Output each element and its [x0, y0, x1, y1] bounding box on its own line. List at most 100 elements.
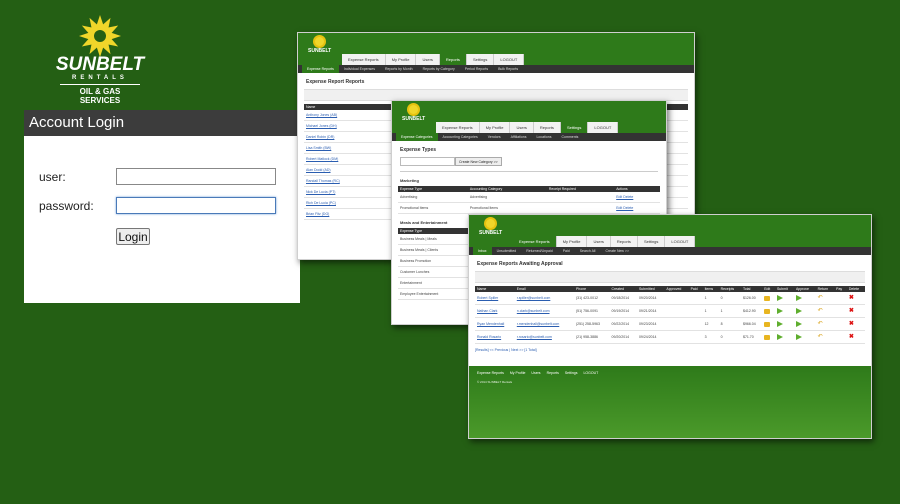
- subnav-locations[interactable]: Locations: [531, 133, 556, 141]
- brand-name: SUNBELT: [55, 54, 145, 75]
- subnav-expense-reports[interactable]: Expense Reports: [302, 65, 339, 73]
- tab-expense-reports[interactable]: Expense Reports: [342, 54, 386, 65]
- tab-settings[interactable]: Settings: [637, 236, 666, 247]
- subnav-bulk-reports[interactable]: Bulk Reports: [493, 65, 523, 73]
- table-cell: ↶: [815, 304, 835, 318]
- footer-link-reports[interactable]: Reports: [547, 371, 559, 375]
- sun-logo-icon: [79, 15, 121, 57]
- subnav-paid[interactable]: Paid: [558, 247, 575, 255]
- mini-brand: SUNBELT: [402, 116, 426, 122]
- pay-cell[interactable]: [836, 322, 842, 327]
- tab-expense-reports[interactable]: Expense Reports: [513, 236, 557, 247]
- login-button[interactable]: Login: [116, 228, 150, 245]
- table-cell: 09/21/2014: [636, 304, 665, 318]
- app-header: SUNBELT Expense Reports My Profile Users Re…: [469, 215, 871, 247]
- subnav-vendors[interactable]: Vendors: [483, 133, 506, 141]
- user-input[interactable]: [116, 168, 276, 185]
- table-cell: [774, 292, 794, 305]
- table-cell: ✖: [846, 304, 865, 318]
- subnav-inbox[interactable]: Inbox: [473, 247, 492, 255]
- row-link[interactable]: Edit Delete: [614, 192, 660, 203]
- delete-icon[interactable]: ✖: [849, 295, 855, 301]
- table-cell: (51) 756-0091: [573, 304, 610, 318]
- return-icon[interactable]: ↶: [818, 295, 824, 301]
- tab-my-profile[interactable]: My Profile: [385, 54, 417, 65]
- footer-link-expense-reports[interactable]: Expense Reports: [477, 371, 504, 375]
- edit-icon[interactable]: [764, 308, 771, 314]
- return-icon[interactable]: ↶: [818, 321, 824, 327]
- submit-arrow-icon[interactable]: [776, 295, 783, 301]
- subnav-accounting-categories[interactable]: Accounting Categories: [438, 133, 483, 141]
- main-tabs: Expense Reports My Profile Users Reports Set…: [342, 54, 525, 65]
- row-link[interactable]: r.spiller@sunbelt.com: [514, 292, 574, 305]
- tab-expense-reports[interactable]: Expense Reports: [436, 122, 480, 133]
- create-category-button[interactable]: Create New Category >>: [455, 157, 502, 166]
- sunbelt-logo: SUNBELT RENTALS OIL & GAS SERVICES: [50, 14, 150, 110]
- sub-nav: Expense Reports Individual Expenses Report…: [298, 65, 694, 73]
- return-icon[interactable]: ↶: [818, 334, 824, 340]
- mini-logo: SUNBELT: [479, 219, 502, 236]
- footer-link-users[interactable]: Users: [531, 371, 540, 375]
- footer-link-settings[interactable]: Settings: [565, 371, 578, 375]
- tab-settings[interactable]: Settings: [466, 54, 495, 65]
- subnav-individual-expenses[interactable]: Individual Expenses: [339, 65, 380, 73]
- tab-reports[interactable]: Reports: [610, 236, 638, 247]
- edit-icon[interactable]: [764, 334, 771, 340]
- category-input[interactable]: [400, 157, 455, 166]
- row-link[interactable]: r.rosario@sunbelt.com: [514, 330, 574, 344]
- approve-arrow-icon[interactable]: [795, 295, 802, 301]
- table-cell: 1: [702, 292, 719, 305]
- submit-arrow-icon[interactable]: [776, 334, 783, 340]
- subnav-affiliations[interactable]: Affiliations: [506, 133, 532, 141]
- delete-icon[interactable]: ✖: [849, 334, 855, 340]
- tab-users[interactable]: Users: [510, 122, 534, 133]
- subnav-create-new[interactable]: Create New >>: [600, 247, 634, 255]
- pay-cell[interactable]: [836, 309, 842, 314]
- approve-arrow-icon[interactable]: [795, 334, 802, 340]
- table-cell: [688, 304, 703, 318]
- approve-arrow-icon[interactable]: [795, 321, 802, 327]
- subnav-search-all[interactable]: Search All: [575, 247, 601, 255]
- row-link[interactable]: Ryan Mendenhall: [475, 317, 515, 331]
- subnav-returned-unpaid[interactable]: Returned/Unpaid: [521, 247, 557, 255]
- edit-icon[interactable]: [764, 295, 771, 301]
- pay-cell[interactable]: [836, 335, 842, 340]
- subnav-comments[interactable]: Comments: [556, 133, 583, 141]
- submit-arrow-icon[interactable]: [776, 321, 783, 327]
- footer-link-my-profile[interactable]: My Profile: [510, 371, 526, 375]
- tab-reports[interactable]: Reports: [439, 54, 467, 65]
- tab-logout[interactable]: LOGOUT: [665, 236, 696, 247]
- tab-users[interactable]: Users: [416, 54, 440, 65]
- delete-icon[interactable]: ✖: [849, 308, 855, 314]
- subnav-unsubmitted[interactable]: Unsubmitted: [492, 247, 522, 255]
- pay-cell[interactable]: [836, 296, 842, 301]
- row-link[interactable]: Nathan Clark: [475, 304, 515, 318]
- pager[interactable]: [Results] << Previous | Next >> [1 Total…: [475, 348, 865, 352]
- tab-users[interactable]: Users: [587, 236, 611, 247]
- row-link[interactable]: Robert Spiller: [475, 292, 515, 305]
- subnav-reports-by-category[interactable]: Reports by Category: [418, 65, 460, 73]
- tab-logout[interactable]: LOGOUT: [494, 54, 525, 65]
- row-link[interactable]: n.clark@sunbelt.com: [514, 304, 574, 318]
- table-cell: 3: [702, 330, 719, 344]
- password-input[interactable]: [116, 197, 276, 214]
- row-link[interactable]: Ronald Rosario: [475, 330, 515, 344]
- subnav-expense-categories[interactable]: Expense Categories: [396, 133, 438, 141]
- tab-settings[interactable]: Settings: [560, 122, 589, 133]
- tab-my-profile[interactable]: My Profile: [556, 236, 588, 247]
- subnav-period-reports[interactable]: Period Reports: [460, 65, 493, 73]
- tab-my-profile[interactable]: My Profile: [479, 122, 511, 133]
- table-cell: ✖: [846, 292, 865, 305]
- approve-arrow-icon[interactable]: [795, 308, 802, 314]
- tab-logout[interactable]: LOGOUT: [588, 122, 619, 133]
- return-icon[interactable]: ↶: [818, 308, 824, 314]
- table-cell: (21) 958-3886: [573, 330, 610, 344]
- footer-link-logout[interactable]: LOGOUT: [583, 371, 598, 375]
- row-link[interactable]: r.mendenhall@sunbelt.com: [514, 317, 574, 331]
- edit-icon[interactable]: [764, 321, 771, 327]
- row-link[interactable]: Edit Delete: [614, 202, 660, 214]
- delete-icon[interactable]: ✖: [849, 321, 855, 327]
- subnav-reports-by-month[interactable]: Reports by Month: [380, 65, 418, 73]
- tab-reports[interactable]: Reports: [533, 122, 561, 133]
- submit-arrow-icon[interactable]: [776, 308, 783, 314]
